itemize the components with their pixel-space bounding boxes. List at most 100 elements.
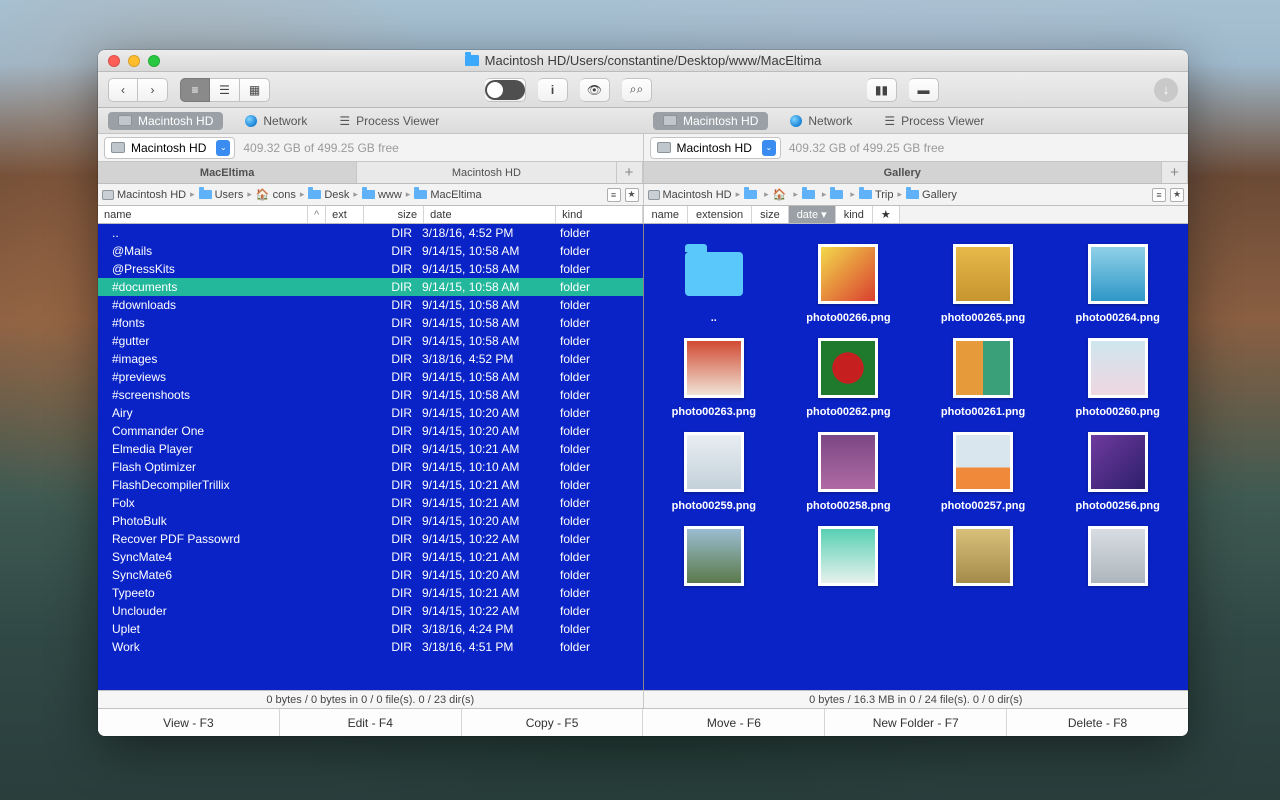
- crumb[interactable]: Trip: [859, 189, 894, 201]
- col-size[interactable]: size: [364, 206, 424, 223]
- file-row[interactable]: SyncMate6DIR9/14/15, 10:20 AMfolder: [98, 566, 643, 584]
- col-extension[interactable]: extension: [688, 206, 752, 223]
- col-star[interactable]: ★: [873, 206, 900, 223]
- chip-process-right[interactable]: ☰ Process Viewer: [874, 112, 994, 130]
- col-ext[interactable]: ext: [326, 206, 364, 223]
- download-icon[interactable]: ↓: [1154, 78, 1178, 102]
- col-kind[interactable]: kind: [836, 206, 873, 223]
- col-sort-icon[interactable]: ^: [308, 206, 326, 223]
- chip-process-left[interactable]: ☰ Process Viewer: [329, 112, 449, 130]
- quicklook-button[interactable]: 👁: [580, 78, 610, 102]
- file-row[interactable]: Flash OptimizerDIR9/14/15, 10:10 AMfolde…: [98, 458, 643, 476]
- crumb[interactable]: Macintosh HD: [102, 189, 186, 201]
- back-button[interactable]: ‹: [108, 78, 138, 102]
- gallery-item[interactable]: photo00256.png: [1055, 432, 1180, 512]
- search-button[interactable]: ⌕⌕: [622, 78, 652, 102]
- chip-network-right[interactable]: Network: [780, 112, 862, 130]
- file-row[interactable]: UpletDIR3/18/16, 4:24 PMfolder: [98, 620, 643, 638]
- file-row[interactable]: #documentsDIR9/14/15, 10:58 AMfolder: [98, 278, 643, 296]
- gallery-item[interactable]: photo00266.png: [786, 244, 911, 324]
- star-icon[interactable]: ★: [625, 188, 639, 202]
- file-row[interactable]: #downloadsDIR9/14/15, 10:58 AMfolder: [98, 296, 643, 314]
- fkey-button[interactable]: Copy - F5: [462, 709, 644, 736]
- gallery-item[interactable]: photo00262.png: [786, 338, 911, 418]
- crumb[interactable]: 🏠: [773, 188, 790, 201]
- titlebar[interactable]: Macintosh HD/Users/constantine/Desktop/w…: [98, 50, 1188, 72]
- gallery-item[interactable]: photo00258.png: [786, 432, 911, 512]
- file-row[interactable]: Recover PDF PassowrdDIR9/14/15, 10:22 AM…: [98, 530, 643, 548]
- list-mode-icon[interactable]: ≡: [607, 188, 621, 202]
- file-row[interactable]: #gutterDIR9/14/15, 10:58 AMfolder: [98, 332, 643, 350]
- left-pane[interactable]: ..DIR3/18/16, 4:52 PMfolder@MailsDIR9/14…: [98, 224, 643, 690]
- file-row[interactable]: FolxDIR9/14/15, 10:21 AMfolder: [98, 494, 643, 512]
- gallery-item[interactable]: [786, 526, 911, 594]
- gallery-item[interactable]: [1055, 526, 1180, 594]
- file-row[interactable]: WorkDIR3/18/16, 4:51 PMfolder: [98, 638, 643, 656]
- add-tab-button[interactable]: +: [617, 162, 643, 183]
- pane-tab[interactable]: Macintosh HD: [357, 162, 616, 183]
- file-row[interactable]: @PressKitsDIR9/14/15, 10:58 AMfolder: [98, 260, 643, 278]
- crumb[interactable]: Macintosh HD: [648, 189, 732, 201]
- gallery-item[interactable]: [652, 526, 777, 594]
- hidden-toggle[interactable]: [485, 78, 526, 102]
- archive-button[interactable]: ▮▮: [867, 78, 897, 102]
- crumb[interactable]: Gallery: [906, 189, 957, 201]
- gallery-item[interactable]: photo00260.png: [1055, 338, 1180, 418]
- star-icon[interactable]: ★: [1170, 188, 1184, 202]
- pane-tab[interactable]: Gallery: [644, 162, 1163, 183]
- chip-network-left[interactable]: Network: [235, 112, 317, 130]
- forward-button[interactable]: ›: [138, 78, 168, 102]
- chip-hd-right[interactable]: Macintosh HD: [653, 112, 768, 130]
- file-row[interactable]: #screenshootsDIR9/14/15, 10:58 AMfolder: [98, 386, 643, 404]
- crumb[interactable]: www: [362, 189, 402, 201]
- crumb[interactable]: Desk: [308, 189, 349, 201]
- gallery-item[interactable]: ..: [652, 244, 777, 324]
- info-button[interactable]: i: [538, 78, 568, 102]
- file-row[interactable]: SyncMate4DIR9/14/15, 10:21 AMfolder: [98, 548, 643, 566]
- file-row[interactable]: AiryDIR9/14/15, 10:20 AMfolder: [98, 404, 643, 422]
- file-row[interactable]: #previewsDIR9/14/15, 10:58 AMfolder: [98, 368, 643, 386]
- icon-view-button[interactable]: ▦: [240, 78, 270, 102]
- fkey-button[interactable]: New Folder - F7: [825, 709, 1007, 736]
- fkey-button[interactable]: View - F3: [98, 709, 280, 736]
- file-row[interactable]: FlashDecompilerTrillixDIR9/14/15, 10:21 …: [98, 476, 643, 494]
- pane-tab[interactable]: MacEltima: [98, 162, 357, 183]
- crumb[interactable]: Users: [199, 189, 244, 201]
- fkey-button[interactable]: Edit - F4: [280, 709, 462, 736]
- col-date ▾[interactable]: date ▾: [789, 206, 836, 223]
- file-row[interactable]: Elmedia PlayerDIR9/14/15, 10:21 AMfolder: [98, 440, 643, 458]
- chip-hd-left[interactable]: Macintosh HD: [108, 112, 223, 130]
- col-size[interactable]: size: [752, 206, 789, 223]
- gallery-item[interactable]: photo00263.png: [652, 338, 777, 418]
- fkey-button[interactable]: Move - F6: [643, 709, 825, 736]
- file-row[interactable]: PhotoBulkDIR9/14/15, 10:20 AMfolder: [98, 512, 643, 530]
- crumb[interactable]: [744, 190, 760, 199]
- right-pane[interactable]: ..photo00266.pngphoto00265.pngphoto00264…: [643, 224, 1189, 690]
- list-mode-icon[interactable]: ≡: [1152, 188, 1166, 202]
- file-row[interactable]: #fontsDIR9/14/15, 10:58 AMfolder: [98, 314, 643, 332]
- col-date[interactable]: date: [424, 206, 556, 223]
- gallery-item[interactable]: photo00265.png: [921, 244, 1046, 324]
- gallery-item[interactable]: [921, 526, 1046, 594]
- col-name[interactable]: name: [98, 206, 308, 223]
- gallery-item[interactable]: photo00257.png: [921, 432, 1046, 512]
- crumb[interactable]: [830, 190, 846, 199]
- volume-select-right[interactable]: Macintosh HD⌄: [650, 137, 781, 159]
- volume-select-left[interactable]: Macintosh HD⌄: [104, 137, 235, 159]
- col-kind[interactable]: kind: [556, 206, 642, 223]
- add-tab-button[interactable]: +: [1162, 162, 1188, 183]
- file-row[interactable]: UnclouderDIR9/14/15, 10:22 AMfolder: [98, 602, 643, 620]
- column-view-button[interactable]: ☰: [210, 78, 240, 102]
- gallery-item[interactable]: photo00264.png: [1055, 244, 1180, 324]
- gallery-item[interactable]: photo00259.png: [652, 432, 777, 512]
- crumb[interactable]: [802, 190, 818, 199]
- file-row[interactable]: Commander OneDIR9/14/15, 10:20 AMfolder: [98, 422, 643, 440]
- terminal-button[interactable]: ▬: [909, 78, 939, 102]
- file-row[interactable]: TypeetoDIR9/14/15, 10:21 AMfolder: [98, 584, 643, 602]
- col-name[interactable]: name: [644, 206, 689, 223]
- fkey-button[interactable]: Delete - F8: [1007, 709, 1188, 736]
- crumb[interactable]: 🏠cons: [256, 188, 296, 201]
- list-view-button[interactable]: ≡: [180, 78, 210, 102]
- file-row[interactable]: @MailsDIR9/14/15, 10:58 AMfolder: [98, 242, 643, 260]
- gallery-item[interactable]: photo00261.png: [921, 338, 1046, 418]
